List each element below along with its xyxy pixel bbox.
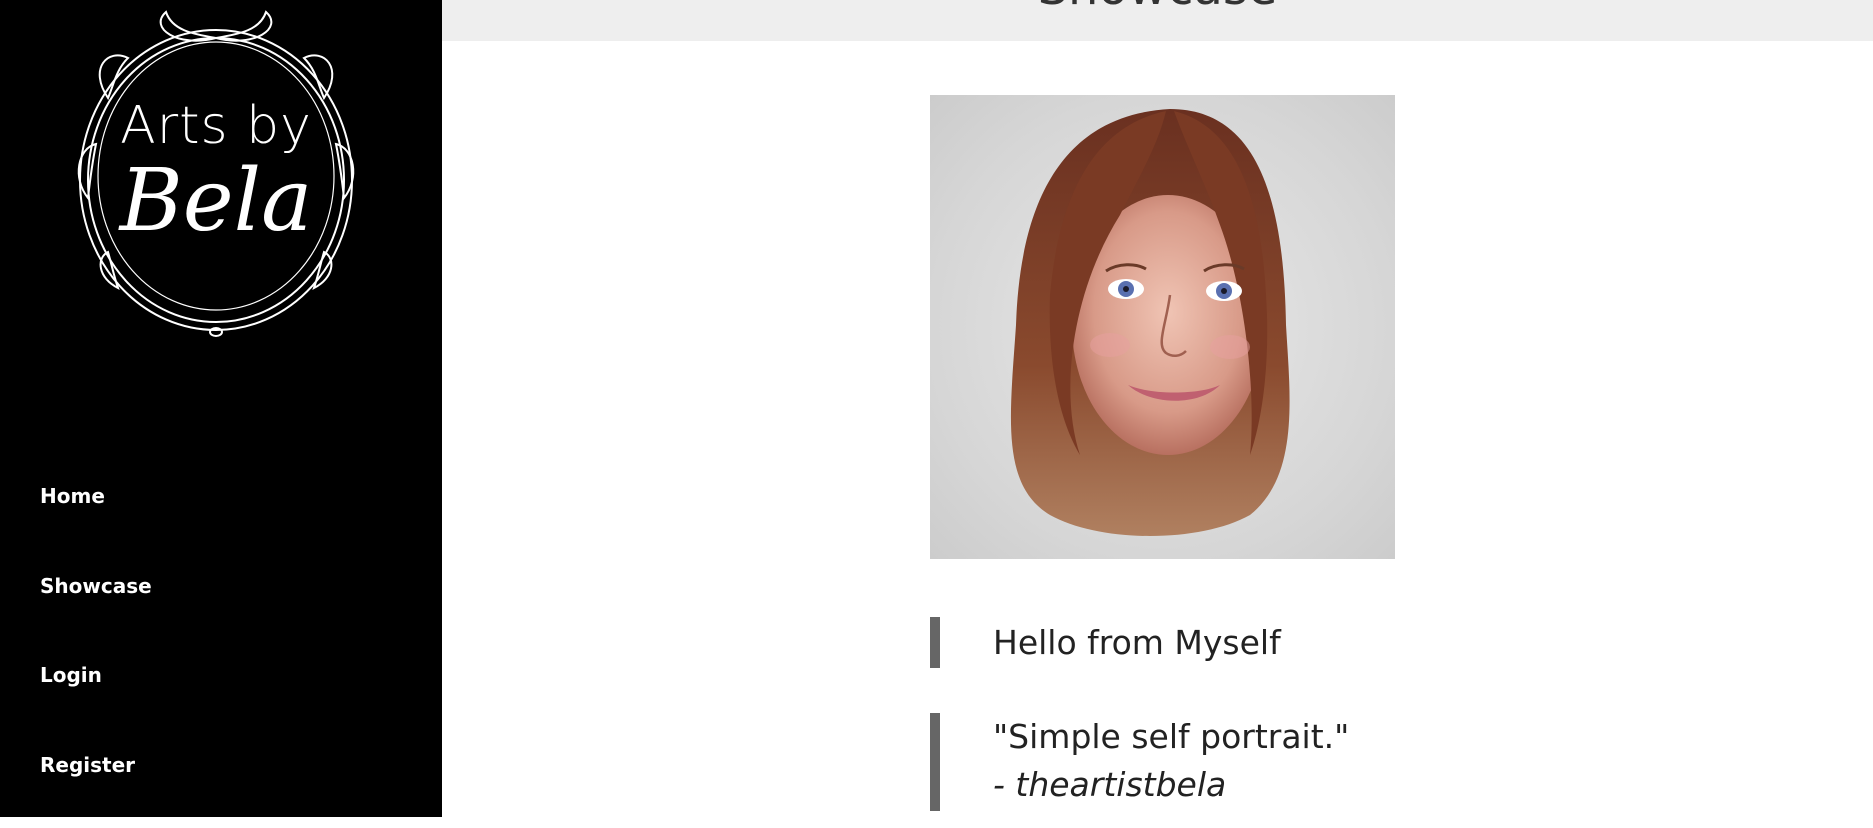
page-title: Showcase bbox=[442, 0, 1873, 16]
post-title-text: Hello from Myself bbox=[993, 623, 1281, 662]
main-nav: Home Showcase Login Register bbox=[40, 470, 152, 828]
portrait-image[interactable] bbox=[930, 95, 1395, 559]
brand-line-2: Bela bbox=[68, 158, 364, 244]
quote-author: - theartistbela bbox=[993, 761, 1349, 809]
page-header: Showcase bbox=[442, 0, 1873, 41]
portrait-illustration bbox=[930, 95, 1395, 559]
nav-item-showcase[interactable]: Showcase bbox=[40, 560, 152, 650]
nav-item-home[interactable]: Home bbox=[40, 470, 152, 560]
brand-line-1: Arts by bbox=[68, 96, 364, 156]
post-quote: "Simple self portrait." - theartistbela bbox=[930, 713, 1349, 811]
nav-item-register[interactable]: Register bbox=[40, 739, 152, 828]
sidebar: Arts by Bela Home Showcase Login Registe… bbox=[0, 0, 442, 817]
quote-text: "Simple self portrait." bbox=[993, 713, 1349, 761]
nav-item-login[interactable]: Login bbox=[40, 649, 152, 739]
post-title: Hello from Myself bbox=[930, 617, 1281, 668]
brand-logo[interactable]: Arts by Bela bbox=[68, 8, 364, 340]
